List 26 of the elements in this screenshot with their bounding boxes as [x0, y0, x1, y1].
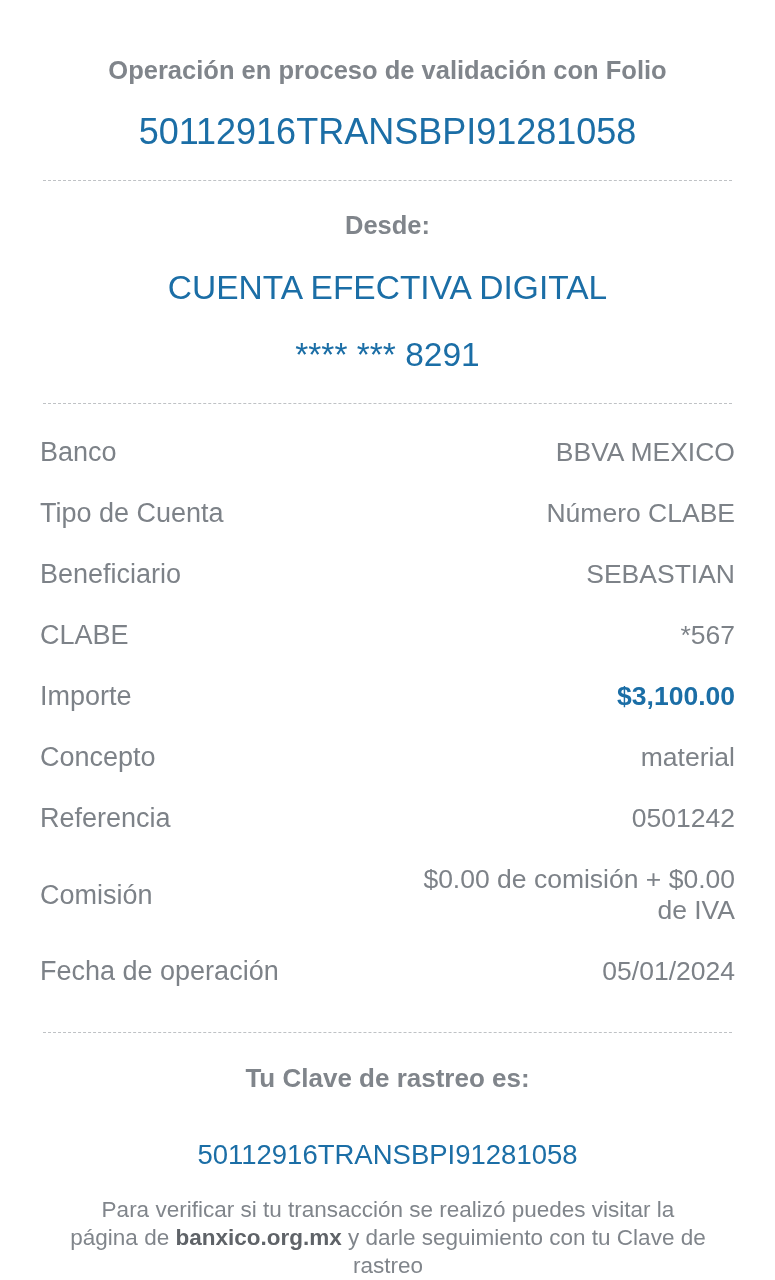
detail-value: $0.00 de comisión + $0.00 de IVA [422, 864, 735, 926]
detail-value: 05/01/2024 [602, 956, 735, 987]
detail-value: *567 [680, 620, 735, 651]
detail-value: $3,100.00 [617, 681, 735, 712]
detail-label: Beneficiario [40, 559, 182, 590]
account-number: **** *** 8291 [295, 335, 480, 375]
detail-value: Número CLABE [546, 498, 735, 529]
verification-note: Para verificar si tu transacción se realizó puedes visitar la página de banxico.org.mx y darle seguimiento con tu Clave de rastreo [69, 1196, 707, 1280]
detail-label: Fecha de operación [40, 956, 279, 987]
detail-label: Referencia [40, 803, 171, 834]
detail-label: Banco [40, 437, 117, 468]
detail-label: Comisión [40, 879, 153, 911]
tracking-code: 50112916TRANSBPI91281058 [197, 1140, 578, 1170]
origin-label: Desde: [345, 210, 430, 240]
detail-value: BBVA MEXICO [555, 437, 735, 468]
detail-label: Importe [40, 681, 132, 712]
folio-number: 50112916TRANSBPI91281058 [138, 112, 637, 152]
detail-value: material [640, 742, 735, 773]
detail-label: CLABE [40, 620, 129, 651]
account-name: CUENTA EFECTIVA DIGITAL [167, 268, 608, 308]
detail-label: Tipo de Cuenta [40, 498, 224, 529]
detail-label: Concepto [40, 742, 156, 773]
detail-value: 0501242 [631, 803, 735, 834]
tracking-label: Tu Clave de rastreo es: [245, 1063, 530, 1093]
operation-caption: Operación en proceso de validación con Folio [108, 55, 667, 85]
detail-value: SEBASTIAN [586, 559, 735, 590]
